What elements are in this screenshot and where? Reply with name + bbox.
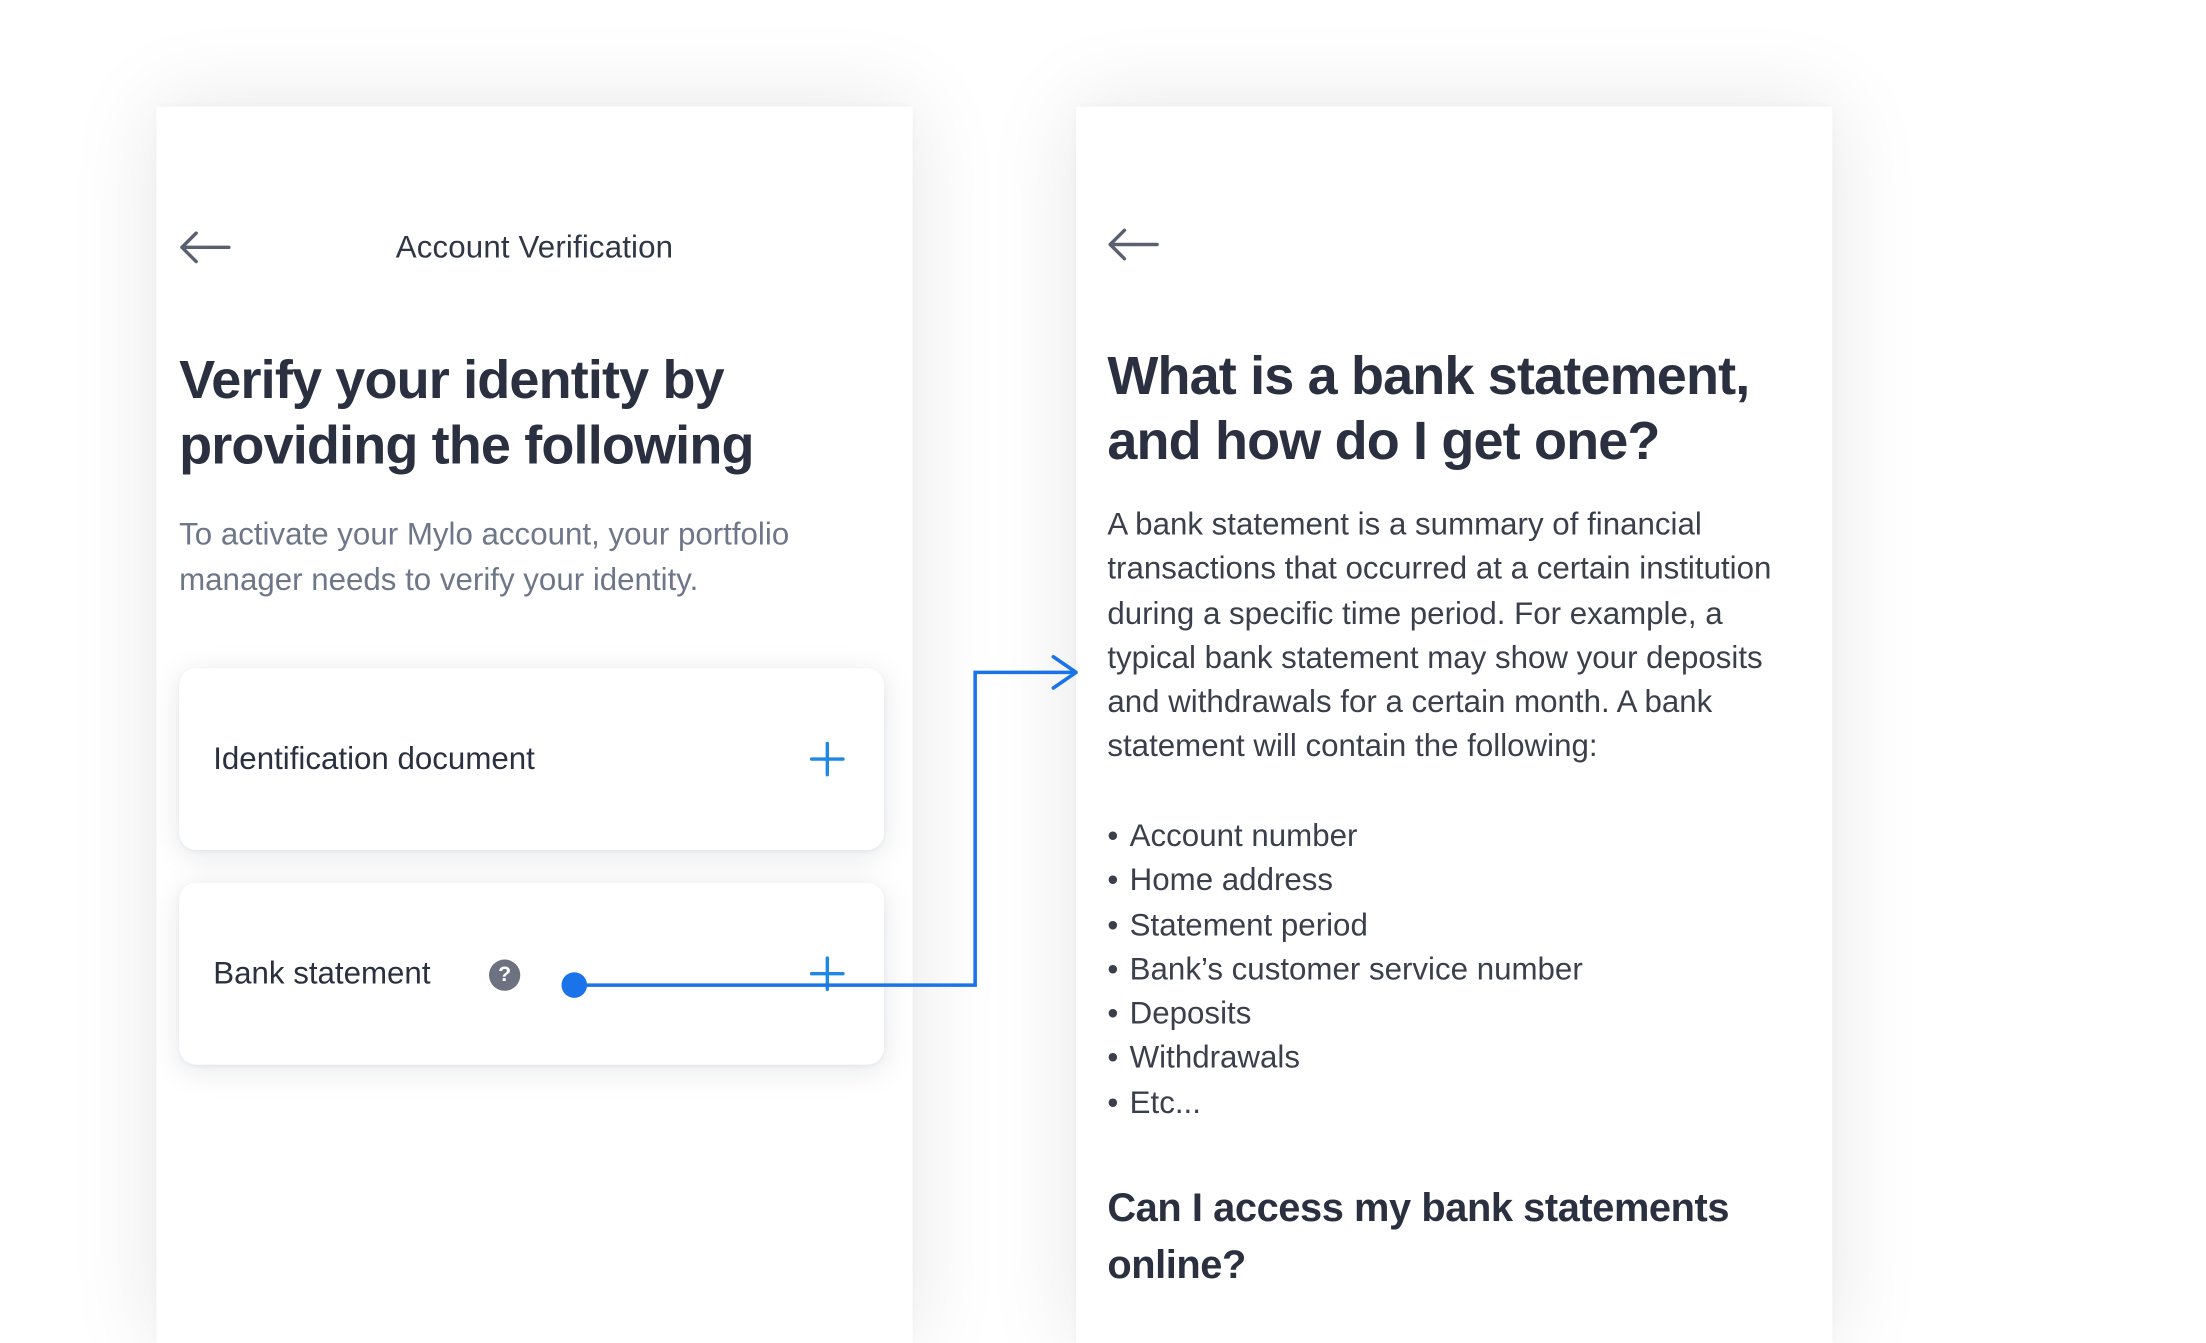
verification-description: To activate your Mylo account, your port… [179,516,790,598]
list-item: Etc... [1107,1080,1804,1124]
identification-document-card[interactable]: Identification document [179,668,885,851]
add-identification-document-plus-icon[interactable] [807,739,847,779]
list-item: Home address [1107,858,1804,902]
list-item: Account number [1107,813,1804,857]
heading-line-2: and how do I get one? [1107,412,1660,472]
bank-statement-contents-list: Account number Home address Statement pe… [1107,813,1804,1124]
account-verification-screen: Account Verification Verify your identit… [156,106,913,1343]
heading-line-1: What is a bank statement, [1107,346,1750,407]
help-question-icon[interactable]: ? [488,959,521,991]
bank-statement-card[interactable]: Bank statement ? [179,882,885,1065]
list-item: Deposits [1107,991,1804,1035]
flow-canvas: Account Verification Verify your identit… [0,0,2206,1343]
list-item: Withdrawals [1107,1036,1804,1080]
page-title: Account Verification [395,228,674,265]
identification-document-label: Identification document [213,740,535,777]
list-item: Statement period [1107,902,1804,946]
bank-statement-label: Bank statement [213,955,431,991]
bank-statement-explanation: A bank statement is a summary of financi… [1107,506,1772,765]
back-arrow-icon[interactable] [1105,226,1162,263]
online-access-heading: Can I access my bank statements online? [1107,1185,1730,1287]
verify-identity-heading: Verify your identity by providing the fo… [179,348,890,479]
list-item: Bank’s customer service number [1107,947,1804,991]
bank-statement-heading: What is a bank statement, and how do I g… [1107,344,1818,475]
bank-statement-help-screen: What is a bank statement, and how do I g… [1076,106,1833,1343]
add-bank-statement-plus-icon[interactable] [807,954,847,994]
heading-line-2: providing the following [179,416,754,477]
heading-line-1: Verify your identity by [179,351,725,411]
